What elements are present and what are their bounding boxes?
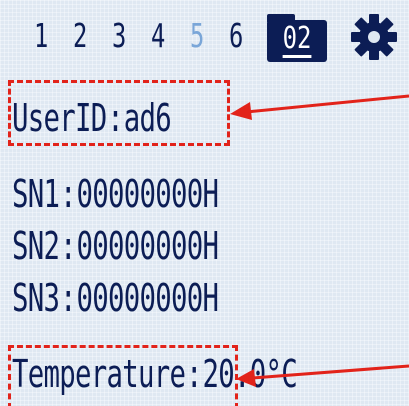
sn3-separator: : (59, 276, 76, 320)
sn3-label: SN3 (12, 276, 60, 320)
sn1-label: SN1 (12, 172, 60, 216)
user-id-separator: : (107, 96, 124, 140)
page-tabs: 1 2 3 4 5 6 (34, 16, 268, 56)
tab-6[interactable]: 6 (229, 16, 257, 56)
gear-icon[interactable] (349, 12, 399, 62)
sn1-separator: : (59, 172, 76, 216)
user-id-label: UserID (12, 96, 107, 140)
sn1-value: 00000000H (76, 172, 219, 216)
folder-icon[interactable]: 02 (267, 14, 327, 62)
tab-4[interactable]: 4 (151, 16, 179, 56)
folder-number: 02 (282, 21, 312, 58)
sn3-row: SN3:00000000H (12, 276, 219, 320)
tab-5[interactable]: 5 (190, 16, 218, 56)
sn2-separator: : (59, 224, 76, 268)
sn1-row: SN1:00000000H (12, 172, 219, 216)
sn3-value: 00000000H (76, 276, 219, 320)
tab-1[interactable]: 1 (34, 16, 62, 56)
lcd-screen: 1 2 3 4 5 6 02 UserID:ad6 SN1:00000000H … (0, 0, 409, 406)
temperature-separator: : (186, 352, 202, 396)
user-id-row: UserID:ad6 (12, 96, 172, 140)
user-id-value: ad6 (123, 96, 172, 140)
temperature-label: Temperature (12, 352, 186, 396)
folder-body: 02 (267, 20, 327, 62)
tab-2[interactable]: 2 (73, 16, 101, 56)
sn2-label: SN2 (12, 224, 60, 268)
temperature-row: Temperature:20.0°C (12, 352, 298, 396)
sn2-value: 00000000H (76, 224, 219, 268)
temperature-value: 20.0°C (202, 352, 298, 396)
sn2-row: SN2:00000000H (12, 224, 219, 268)
user-id-arrow (230, 94, 409, 120)
tab-3[interactable]: 3 (112, 16, 140, 56)
